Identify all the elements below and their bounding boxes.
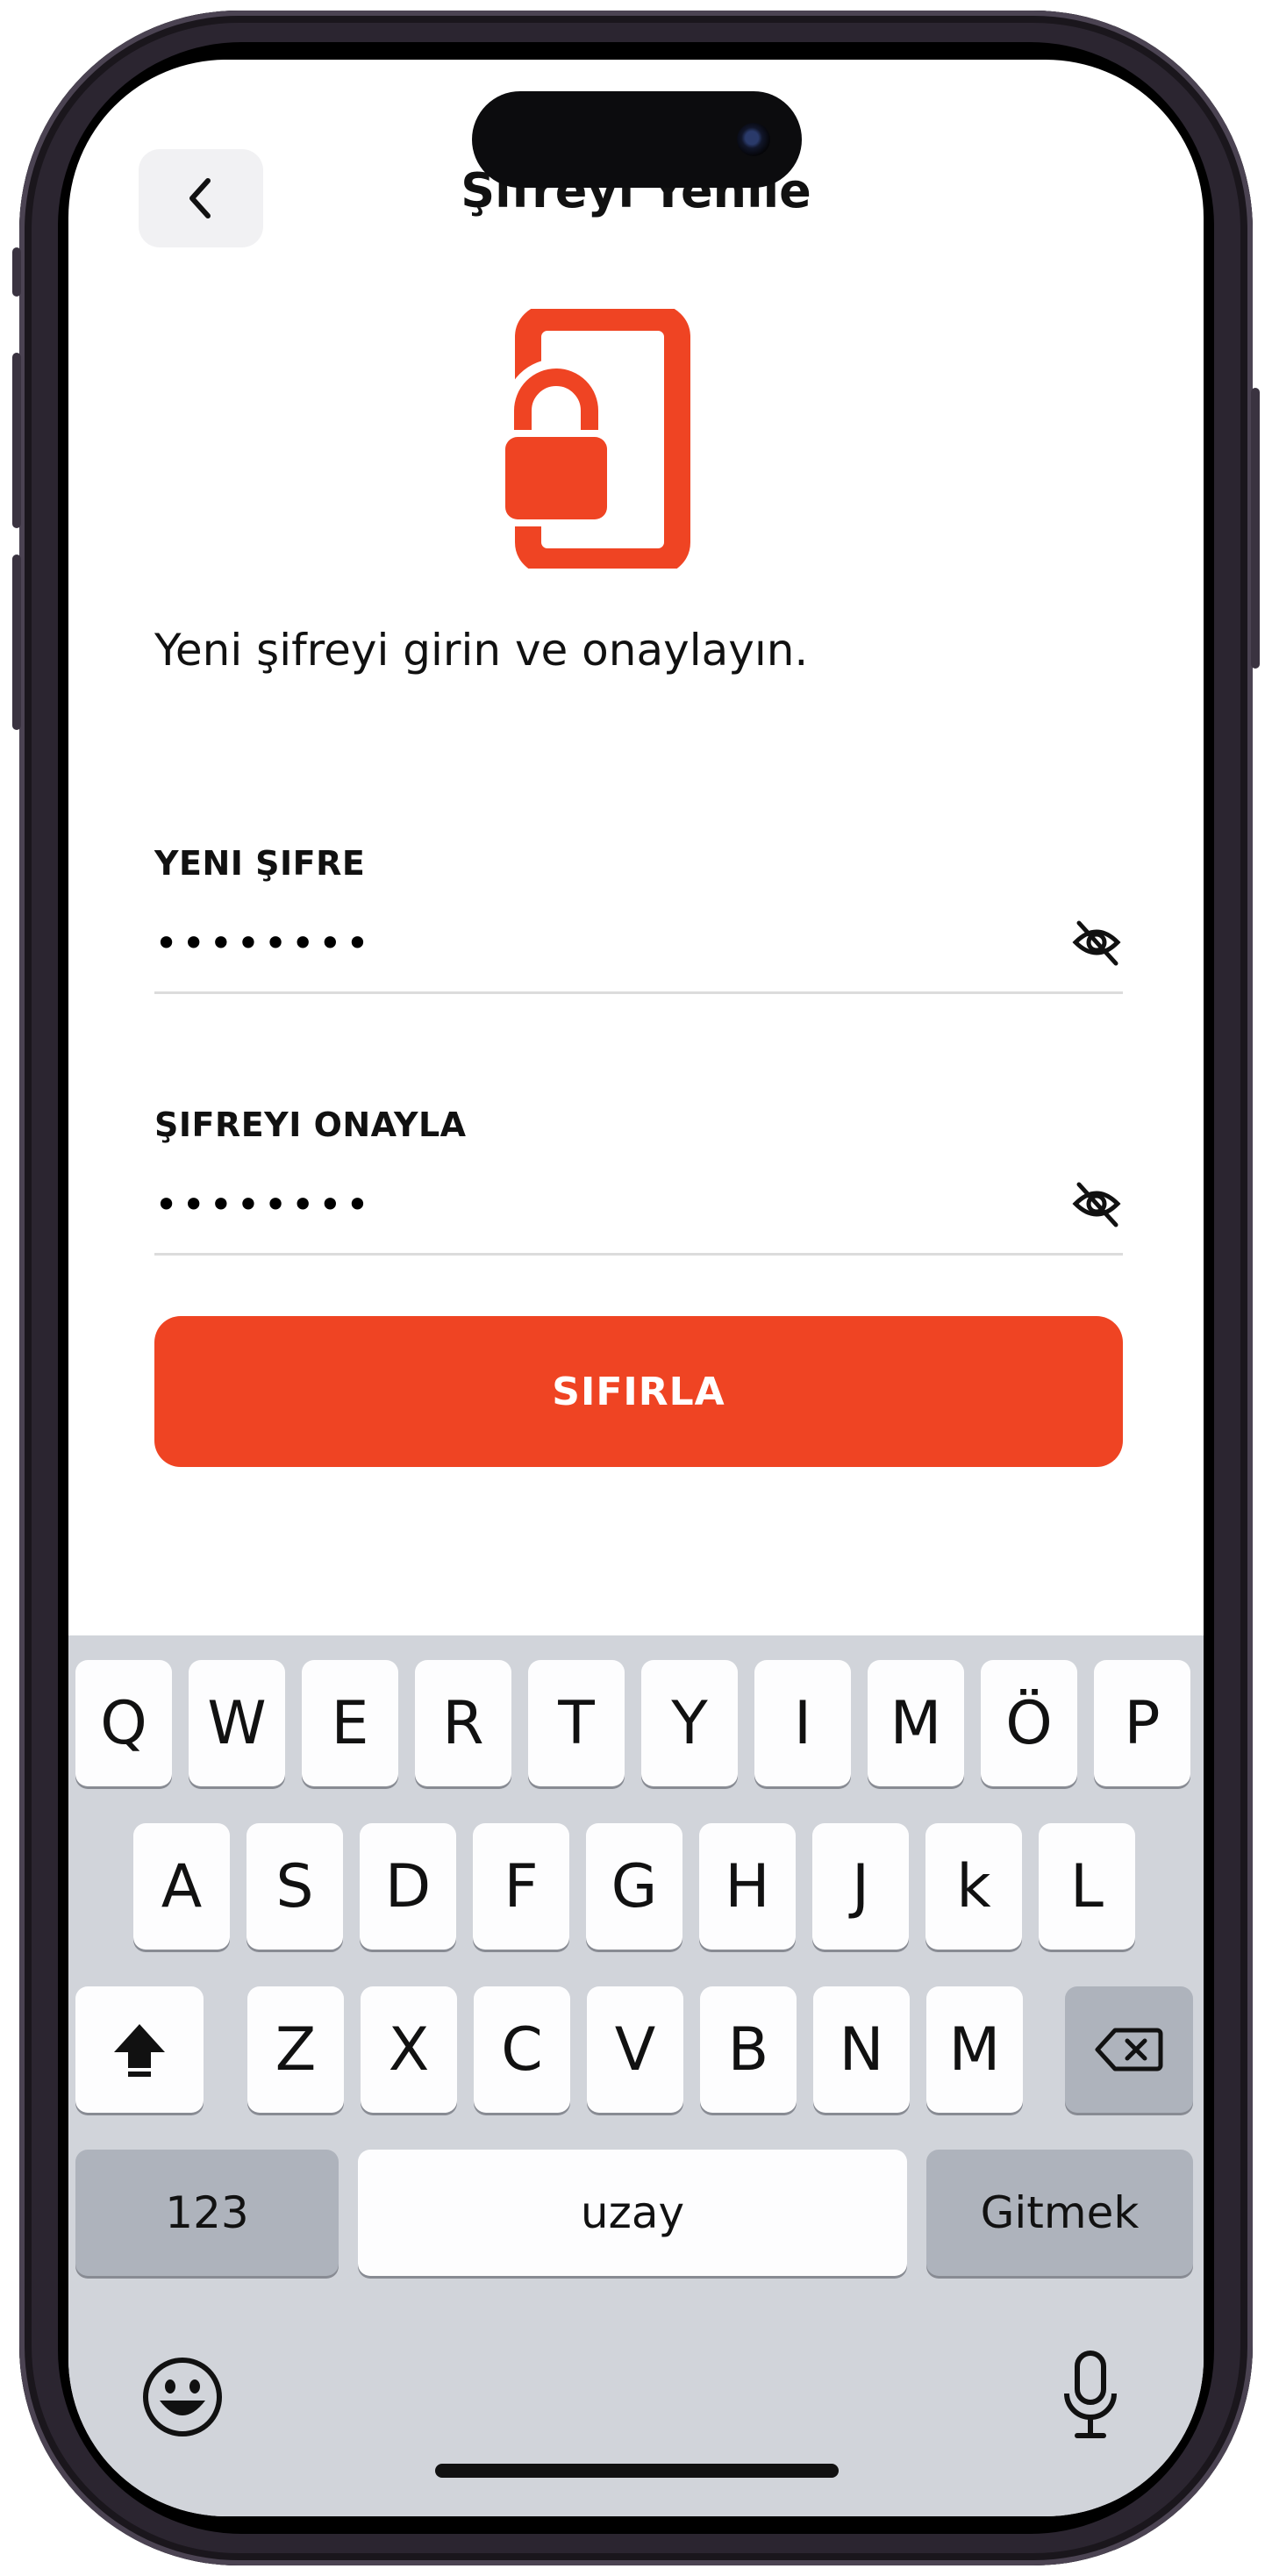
key[interactable]: X [361, 1986, 457, 2113]
new-password-field[interactable]: •••••••• [154, 904, 1123, 994]
key[interactable]: H [699, 1823, 796, 1950]
app-screen: Şifreyi Yenile Yeni şifreyi girin ve ona… [68, 60, 1204, 2516]
backspace-icon [1095, 2028, 1163, 2072]
key[interactable]: Q [75, 1660, 172, 1786]
key[interactable]: M [868, 1660, 964, 1786]
key[interactable]: Z [247, 1986, 344, 2113]
shift-icon [114, 2024, 165, 2077]
front-camera [737, 123, 770, 156]
key[interactable]: P [1094, 1660, 1190, 1786]
microphone-icon[interactable] [1060, 2348, 1121, 2444]
instruction-text: Yeni şifreyi girin ve onaylayın. [154, 625, 809, 676]
key[interactable]: L [1039, 1823, 1135, 1950]
key[interactable]: M [926, 1986, 1023, 2113]
phone-lock-icon [498, 309, 690, 569]
key[interactable]: Y [641, 1660, 738, 1786]
emoji-icon[interactable] [140, 2355, 225, 2439]
key[interactable]: A [133, 1823, 230, 1950]
confirm-password-label: ŞIFREYI ONAYLA [154, 1106, 467, 1144]
delete-key[interactable] [1065, 1986, 1193, 2113]
key[interactable]: I [754, 1660, 851, 1786]
volume-down-button [12, 555, 21, 730]
on-screen-keyboard: Q W E R T Y I M Ö P A S D F G H J k L Z … [68, 1635, 1204, 2516]
key[interactable]: N [813, 1986, 910, 2113]
key[interactable]: B [700, 1986, 797, 2113]
key[interactable]: k [925, 1823, 1022, 1950]
power-button [1251, 388, 1260, 669]
shift-key[interactable] [75, 1986, 204, 2113]
action-button [12, 247, 21, 297]
volume-up-button [12, 353, 21, 528]
key[interactable]: V [587, 1986, 683, 2113]
back-button[interactable] [139, 149, 263, 247]
key[interactable]: E [302, 1660, 398, 1786]
home-indicator[interactable] [435, 2464, 839, 2478]
confirm-password-field[interactable]: •••••••• [154, 1165, 1123, 1256]
key[interactable]: T [528, 1660, 625, 1786]
key[interactable]: F [473, 1823, 569, 1950]
key[interactable]: Ö [981, 1660, 1077, 1786]
new-password-label: YENI ŞIFRE [154, 844, 366, 883]
eye-slash-icon[interactable] [1070, 1177, 1123, 1230]
key[interactable]: J [812, 1823, 909, 1950]
key[interactable]: W [189, 1660, 285, 1786]
go-key[interactable]: Gitmek [926, 2150, 1193, 2276]
key[interactable]: G [586, 1823, 682, 1950]
key[interactable]: D [360, 1823, 456, 1950]
dynamic-island [472, 91, 802, 188]
space-key[interactable]: uzay [358, 2150, 907, 2276]
numbers-key[interactable]: 123 [75, 2150, 339, 2276]
key[interactable]: C [474, 1986, 570, 2113]
reset-button[interactable]: SIFIRLA [154, 1316, 1123, 1467]
chevron-left-icon [189, 178, 211, 218]
key[interactable]: R [415, 1660, 511, 1786]
confirm-password-value: •••••••• [154, 1181, 374, 1228]
new-password-value: •••••••• [154, 919, 374, 967]
key[interactable]: S [247, 1823, 343, 1950]
eye-slash-icon[interactable] [1070, 916, 1123, 969]
